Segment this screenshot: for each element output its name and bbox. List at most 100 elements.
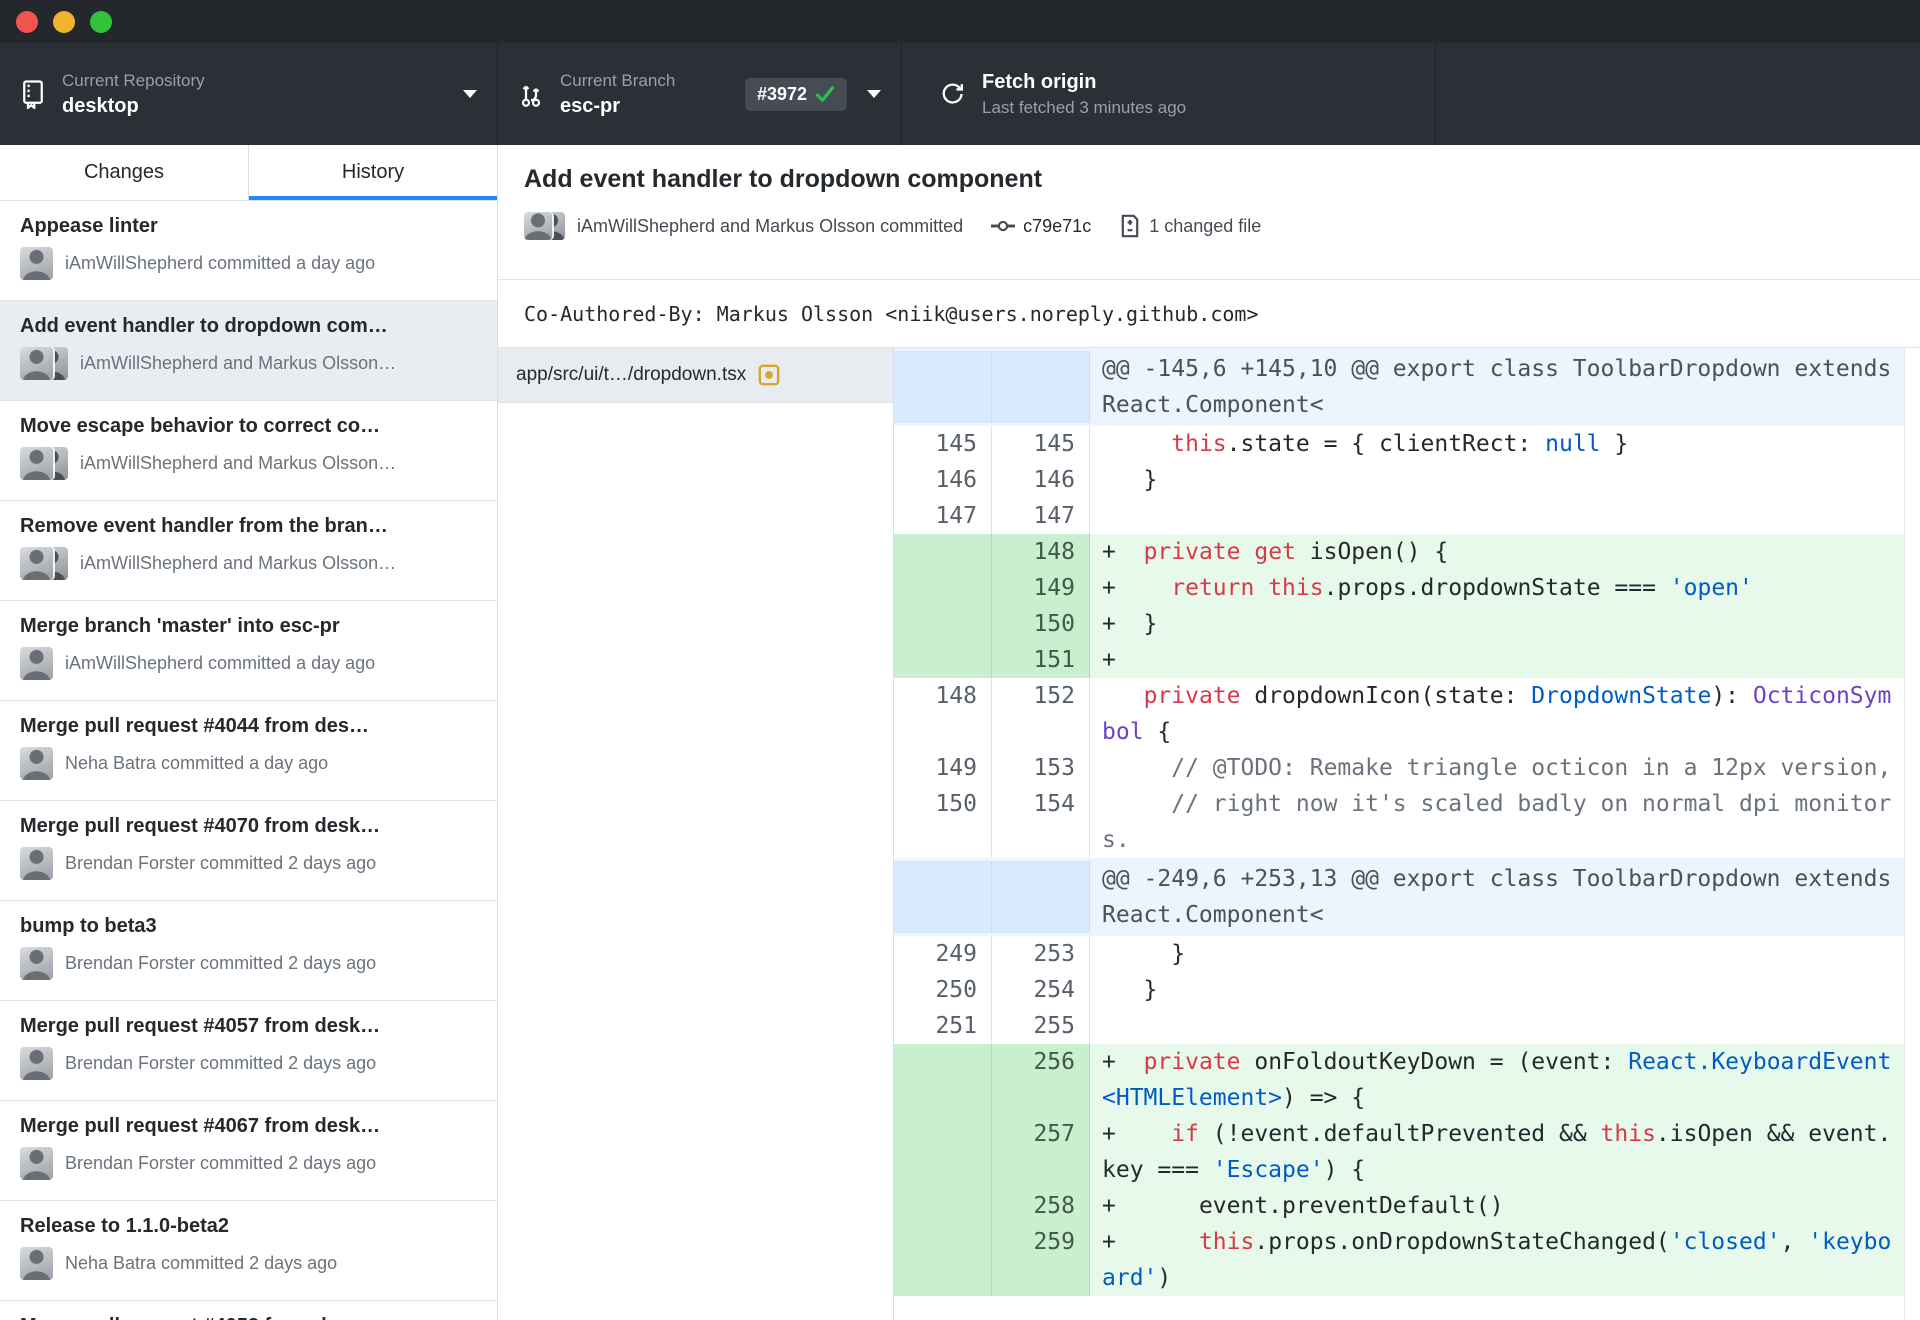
new-line-number: 258 [992,1188,1090,1224]
diff-code-text: private dropdownIcon(state: DropdownStat… [1102,683,1892,745]
diff-line: 258 + event.preventDefault() [894,1188,1905,1224]
avatar [20,247,53,280]
old-line-number: 150 [894,786,992,858]
diff-code-text: + return this.props.dropdownState === 'o… [1090,570,1905,606]
avatar [20,447,53,480]
diff-line: 151 + [894,642,1905,678]
git-branch-icon [518,79,544,109]
repository-switcher-button[interactable]: Current Repository desktop [0,43,498,145]
pr-number: #3972 [756,83,807,104]
commit-item-byline: iAmWillShepherd and Markus Olsson… [80,453,397,473]
old-line-number [894,861,992,933]
diff-line: 150 154 // right now it's scaled badly on… [894,786,1905,858]
commit-list-item[interactable]: Merge pull request #4044 from des… Neha B… [0,701,497,801]
modified-status-icon [758,364,780,386]
diff-code-text: + [1090,642,1905,678]
commit-item-meta: iAmWillShepherd and Markus Olsson… [20,547,477,580]
commit-list-item[interactable]: Remove event handler from the bran… iAmWi… [0,501,497,601]
diff-line: 146 146 } [894,462,1905,498]
new-line-number: 151 [992,642,1090,678]
branch-switcher-button[interactable]: Current Branch esc-pr #3972 [498,43,902,145]
sync-icon [938,80,966,108]
commit-list-item[interactable]: Merge pull request #4070 from desk… Brend… [0,801,497,901]
repository-label: Current Repository [62,70,205,90]
commit-byline: iAmWillShepherd and Markus Olsson commit… [577,215,964,236]
repository-name: desktop [62,94,139,117]
diff-code-text: + } [1090,606,1905,642]
old-line-number [894,1044,992,1116]
avatar [20,647,53,680]
commit-list-item[interactable]: Merge pull request #4067 from desk… Brend… [0,1101,497,1201]
avatar [20,947,53,980]
old-line-number [894,570,992,606]
diff-line: 256 + private onFoldoutKeyDown = (event: … [894,1044,1905,1116]
old-line-number [894,1116,992,1188]
old-line-number: 146 [894,462,992,498]
tab-changes[interactable]: Changes [0,145,249,200]
commit-message: Co-Authored-By: Markus Olsson <niik@user… [498,280,1920,348]
new-line-number: 257 [992,1116,1090,1188]
commit-list-item[interactable]: Release to 1.1.0-beta2 Neha Batra committ… [0,1201,497,1301]
minimize-window-button[interactable] [53,10,75,33]
new-line-number: 259 [992,1224,1090,1296]
diff-code-text: + this.props.onDropdownStateChanged('clo… [1090,1224,1905,1296]
diff-code-text: @@ -145,6 +145,10 @@ export class Toolba… [1102,356,1906,418]
diff-scrollbar[interactable] [1904,348,1920,1320]
new-line-number [992,861,1090,933]
diff-line: 249 253 } [894,936,1905,972]
diff-line: 259 + this.props.onDropdownStateChanged('… [894,1224,1905,1296]
toolbar: Current Repository desktop Current Branc… [0,43,1920,145]
new-line-number: 150 [992,606,1090,642]
diff-line: 145 145 this.state = { clientRect: null } [894,426,1905,462]
chevron-down-icon [463,90,477,98]
fetch-origin-button[interactable]: Fetch origin Last fetched 3 minutes ago [902,43,1436,145]
avatar [20,1147,53,1180]
diff-code-text: } [1115,941,1186,967]
zoom-window-button[interactable] [90,10,112,33]
commit-item-byline: iAmWillShepherd and Markus Olsson… [80,553,397,573]
repo-icon [20,79,46,109]
commit-header: Add event handler to dropdown component … [498,145,1920,280]
commit-item-title: Add event handler to dropdown com… [20,315,388,337]
commit-item-title: Release to 1.1.0-beta2 [20,1215,229,1237]
commit-item-title: Move escape behavior to correct co… [20,415,381,437]
commit-item-title: bump to beta3 [20,915,157,937]
diff-code-text [1090,1008,1905,1044]
commit-item-title: Merge pull request #4057 from desk… [20,1015,381,1037]
commit-list-item[interactable]: Merge pull request #4057 from desk… Brend… [0,1001,497,1101]
old-line-number: 249 [894,936,992,972]
commit-item-byline: Brendan Forster committed 2 days ago [65,1053,377,1073]
old-line-number: 145 [894,426,992,462]
commit-list-item[interactable]: bump to beta3 Brendan Forster committed 2… [0,901,497,1001]
commit-list-item[interactable]: Appease linter iAmWillShepherd committed … [0,201,497,301]
commit-list-item[interactable]: Move escape behavior to correct co… iAmWi… [0,401,497,501]
avatar [20,347,53,380]
commit-item-byline: iAmWillShepherd committed a day ago [65,653,376,673]
commit-item-meta: Neha Batra committed 2 days ago [20,1247,477,1280]
old-line-number [894,351,992,423]
new-line-number: 149 [992,570,1090,606]
commit-list: Appease linter iAmWillShepherd committed … [0,201,497,1320]
commit-item-byline: iAmWillShepherd committed a day ago [65,253,376,273]
commit-list-item[interactable]: Add event handler to dropdown com… iAmWil… [0,301,497,401]
new-line-number: 153 [992,750,1090,786]
diff-code-text: // right now it's scaled badly on normal… [1102,791,1892,853]
new-line-number: 253 [992,936,1090,972]
commit-item-byline: Brendan Forster committed 2 days ago [65,853,377,873]
branch-name: esc-pr [560,94,621,117]
commit-item-title: Merge branch 'master' into esc-pr [20,615,340,637]
commit-list-item[interactable]: Merge branch 'master' into esc-pr iAmWill… [0,601,497,701]
diff-line: 149 + return this.props.dropdownState ===… [894,570,1905,606]
branch-label: Current Branch [560,70,676,90]
commit-item-meta: Neha Batra committed a day ago [20,747,477,780]
avatar [20,747,53,780]
fetch-subtitle: Last fetched 3 minutes ago [982,97,1187,117]
close-window-button[interactable] [16,10,38,33]
tab-history[interactable]: History [249,145,497,200]
commit-list-item[interactable]: Merge pull request #4053 from des… [0,1301,497,1320]
commit-item-meta: iAmWillShepherd committed a day ago [20,247,477,280]
changed-files-count: 1 changed file [1149,215,1262,236]
new-line-number: 154 [992,786,1090,858]
commit-item-title: Remove event handler from the bran… [20,515,388,537]
file-list-item[interactable]: app/src/ui/t…/dropdown.tsx [498,348,893,403]
